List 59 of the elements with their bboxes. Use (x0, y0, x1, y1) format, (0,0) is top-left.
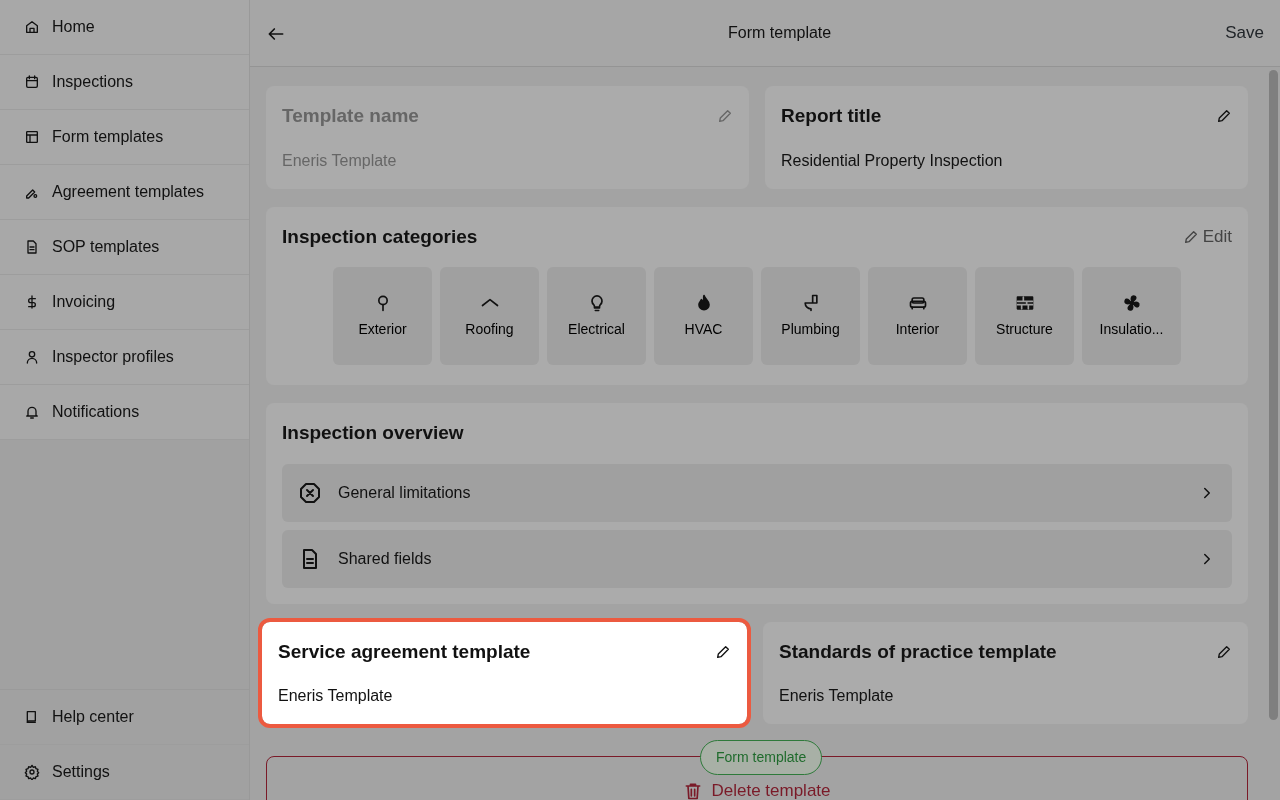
row-label: General limitations (338, 482, 472, 503)
sidebar-item[interactable]: Agreement templates (0, 165, 249, 220)
person-icon (24, 349, 40, 365)
tile-label: Insulatio... (1099, 319, 1164, 339)
sidebar-item[interactable]: Inspections (0, 55, 249, 110)
tooltip: Form template (700, 740, 823, 775)
sidebar-item[interactable]: Invoicing (0, 275, 249, 330)
scrollbar[interactable] (1269, 70, 1278, 720)
tile-label: Exterior (358, 319, 407, 339)
card-value: Eneris Template (779, 686, 895, 706)
row-label: Shared fields (338, 548, 433, 569)
edit-button[interactable]: Edit (1182, 224, 1232, 250)
pencil-icon (1182, 228, 1199, 245)
card-title: Standards of practice template (779, 639, 1057, 664)
list-row[interactable]: General limitations (282, 463, 1232, 522)
category-tile[interactable]: Roofing (440, 267, 539, 365)
category-tile[interactable]: Structure (975, 267, 1074, 365)
sidebar-item[interactable]: Home (0, 0, 249, 55)
category-tile[interactable]: Interior (868, 267, 967, 365)
tile-label: Interior (895, 319, 940, 339)
card-value: Eneris Template (278, 686, 394, 706)
tile-label: Electrical (568, 319, 625, 339)
sidebar-item[interactable]: Inspector profiles (0, 330, 249, 385)
sidebar-item[interactable]: Settings (0, 745, 249, 800)
category-tile[interactable]: Insulatio... (1082, 267, 1181, 365)
card-value: Eneris Template (282, 150, 398, 171)
sidebar-item[interactable]: SOP templates (0, 220, 249, 275)
octagon-x-icon (298, 480, 322, 505)
layout-icon (24, 129, 40, 145)
sidebar-item[interactable]: Help center (0, 690, 249, 745)
home-icon (24, 19, 40, 35)
section-title: Inspection overview (282, 421, 465, 445)
sidebar-item[interactable]: Form templates (0, 110, 249, 165)
save-button[interactable]: Save (1225, 20, 1264, 46)
calendar-icon (24, 74, 40, 90)
category-tile[interactable]: Electrical (547, 267, 646, 365)
settings-icon (24, 764, 40, 780)
pencil-icon (715, 643, 731, 660)
card-title: Template name (282, 104, 419, 128)
card-title: Report title (781, 104, 882, 128)
tile-label: Structure (996, 319, 1053, 339)
list-row[interactable]: Shared fields (282, 529, 1232, 588)
card-value: Residential Property Inspection (781, 150, 1004, 171)
category-tile[interactable]: HVAC (654, 267, 753, 365)
section-title: Inspection categories (282, 224, 478, 249)
page-title: Form template (728, 23, 832, 43)
bell-icon (24, 404, 40, 420)
document-icon (24, 239, 40, 255)
category-tile[interactable]: Exterior (333, 267, 432, 365)
category-tile[interactable]: Plumbing (761, 267, 860, 365)
sidebar-item[interactable]: Notifications (0, 385, 249, 440)
fan-icon (1121, 292, 1142, 313)
pencil-icon (1216, 643, 1232, 660)
tile-label: Roofing (465, 319, 514, 339)
tile-label: HVAC (684, 319, 723, 339)
tile-label: Plumbing (781, 319, 840, 339)
pencil-icon (1216, 108, 1232, 125)
pencil-icon (717, 108, 733, 125)
card-title: Service agreement template (278, 639, 531, 664)
